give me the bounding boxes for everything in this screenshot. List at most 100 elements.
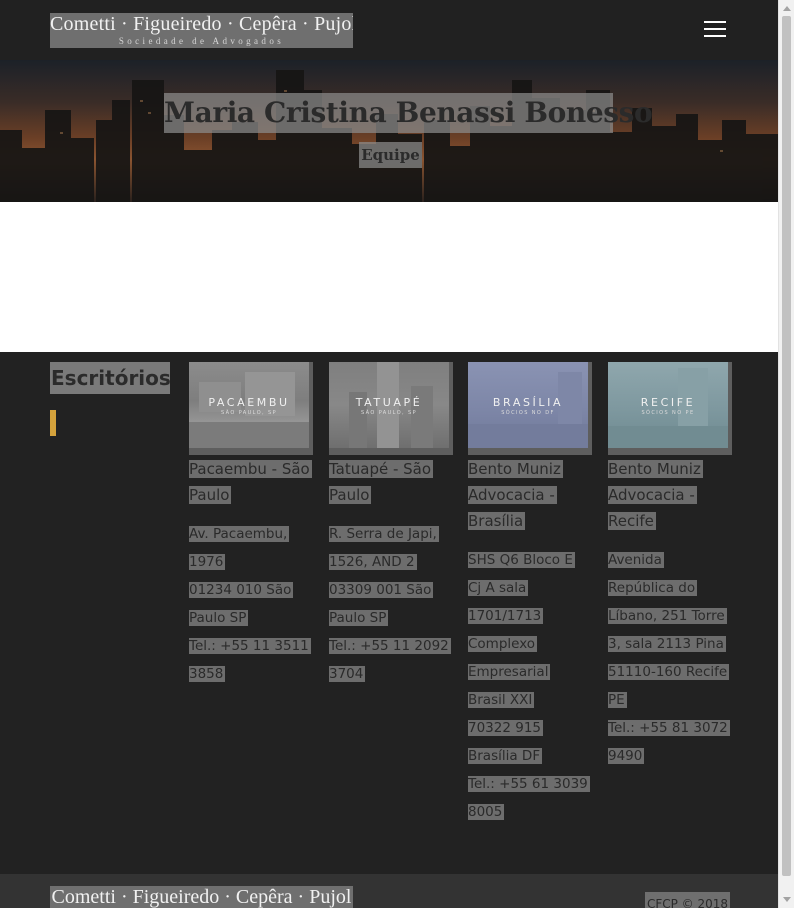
office-image-title: TATUAPÉ [355,396,423,409]
office-name-text[interactable]: Tatuapé - São Paulo [329,460,434,504]
vertical-scrollbar[interactable] [778,0,794,908]
office-name-text[interactable]: Pacaembu - São Paulo [189,460,312,504]
heading-accent-bar [50,410,56,436]
address-line-text: 51110-160 Recife [608,664,730,680]
content-area [0,202,778,352]
address-line: R. Serra de Japi, [329,520,453,548]
office-image: TATUAPÉ SÃO PAULO, SP [329,362,449,448]
address-line: PE [608,686,732,714]
phone-line[interactable]: Tel.: +55 11 3511 [189,632,313,660]
phone-line[interactable]: Tel.: +55 11 2092 [329,632,453,660]
phone-line[interactable]: 9490 [608,742,732,770]
phone-line-text[interactable]: 3858 [189,666,226,682]
address-line-text: Empresarial [468,664,551,680]
office-image-title: RECIFE [640,396,696,409]
address-line: Avenida [608,546,732,574]
menu-bar-middle [704,28,726,30]
site-logo[interactable]: Cometti · Figueiredo · Cepêra · Pujol So… [50,13,353,48]
phone-line[interactable]: 3858 [189,660,313,688]
address-line-text: Paulo SP [329,610,389,626]
offices-heading: Escritórios [51,366,171,390]
offices-heading-highlight: Escritórios [50,362,171,394]
office-name[interactable]: Bento Muniz Advocacia - Brasília [468,456,592,534]
address-line: SHS Q6 Bloco E [468,546,592,574]
office-image-frame[interactable]: TATUAPÉ SÃO PAULO, SP [329,362,453,455]
phone-line-text[interactable]: 9490 [608,748,645,764]
address-line: Líbano, 251 Torre [608,602,732,630]
address-line-text: Avenida [608,552,664,568]
phone-line[interactable]: Tel.: +55 61 3039 [468,770,592,798]
office-name[interactable]: Tatuapé - São Paulo [329,456,453,508]
phone-line-text[interactable]: Tel.: +55 61 3039 [468,776,590,792]
office-image-subtitle: SÃO PAULO, SP [220,410,277,416]
address-line-text: 1701/1713 [468,608,544,624]
address-line-text: Brasília DF [468,748,543,764]
phone-line[interactable]: 3704 [329,660,453,688]
phone-line-text[interactable]: Tel.: +55 11 3511 [189,638,311,654]
scroll-up-arrow-icon[interactable] [783,6,791,11]
copyright-highlight: CFCP © 2018 [645,892,730,908]
address-line: Brasília DF [468,742,592,770]
address-line: Av. Pacaembu, [189,520,313,548]
address-line-text: SHS Q6 Bloco E [468,552,575,568]
address-line-text: Av. Pacaembu, [189,526,290,542]
scrollbar-thumb[interactable] [782,16,791,876]
office-image-subtitle: SÓCIOS NO PE [641,410,695,416]
address-line: 70322 915 [468,714,592,742]
phone-line-text[interactable]: 3704 [329,666,366,682]
office-address: Avenida República do Líbano, 251 Torre 3… [608,546,732,770]
address-line: 1701/1713 [468,602,592,630]
address-line-text: 1976 [189,554,226,570]
site-footer: Cometti · Figueiredo · Cepêra · Pujol CF… [0,874,778,908]
office-image-frame[interactable]: PACAEMBU SÃO PAULO, SP [189,362,313,455]
address-line-text: 03309 001 São [329,582,434,598]
office-image: RECIFE SÓCIOS NO PE [608,362,728,448]
address-line: Paulo SP [329,604,453,632]
address-line: Cj A sala [468,574,592,602]
office-name-text[interactable]: Bento Muniz Advocacia - Brasília [468,460,563,530]
phone-line[interactable]: Tel.: +55 81 3072 [608,714,732,742]
address-line-text: Brasil XXI [468,692,535,708]
offices-section: Escritórios PACAEMBU SÃO PAULO, SP Pacae… [0,352,778,874]
top-navbar: Cometti · Figueiredo · Cepêra · Pujol So… [0,0,778,60]
office-image-subtitle: SÓCIOS NO DF [501,410,555,416]
office-image-title: BRASÍLIA [492,396,564,409]
office-address: SHS Q6 Bloco E Cj A sala 1701/1713 Compl… [468,546,592,826]
address-line: Brasil XXI [468,686,592,714]
address-line-text: 70322 915 [468,720,544,736]
address-line-text: PE [608,692,627,708]
phone-line-text[interactable]: Tel.: +55 11 2092 [329,638,451,654]
address-line-text: Paulo SP [189,610,249,626]
hero-banner: Maria Cristina Benassi Bonesso Equipe [0,60,778,202]
office-name[interactable]: Bento Muniz Advocacia - Recife [608,456,732,534]
office-image-frame[interactable]: BRASÍLIA SÓCIOS NO DF [468,362,592,455]
address-line: República do [608,574,732,602]
menu-bar-top [704,21,726,23]
office-image-subtitle: SÃO PAULO, SP [360,410,417,416]
hero-title-highlight: Maria Cristina Benassi Bonesso [164,93,653,133]
office-image-frame[interactable]: RECIFE SÓCIOS NO PE [608,362,732,455]
address-line: Empresarial [468,658,592,686]
address-line: 1526, AND 2 [329,548,453,576]
address-line-text: Complexo [468,636,538,652]
address-line-text: Cj A sala [468,580,529,596]
address-line: 1976 [189,548,313,576]
phone-line-text[interactable]: Tel.: +55 81 3072 [608,720,730,736]
office-name-text[interactable]: Bento Muniz Advocacia - Recife [608,460,703,530]
logo-tagline: Sociedade de Advogados [118,36,285,46]
office-image-title: PACAEMBU [208,396,290,409]
address-line-text: República do [608,580,698,596]
phone-line[interactable]: 8005 [468,798,592,826]
office-name[interactable]: Pacaembu - São Paulo [189,456,313,508]
address-line-text: 01234 010 São [189,582,294,598]
footer-logo[interactable]: Cometti · Figueiredo · Cepêra · Pujol [50,886,353,908]
hamburger-menu-icon[interactable] [700,19,728,41]
phone-line-text[interactable]: 8005 [468,804,505,820]
address-line-text: R. Serra de Japi, [329,526,439,542]
address-line: 51110-160 Recife [608,658,732,686]
scroll-down-arrow-icon[interactable] [783,897,791,902]
address-line: Paulo SP [189,604,313,632]
address-line: Complexo [468,630,592,658]
address-line-text: 3, sala 2113 Pina [608,636,726,652]
page-subtitle[interactable]: Equipe [359,145,422,165]
